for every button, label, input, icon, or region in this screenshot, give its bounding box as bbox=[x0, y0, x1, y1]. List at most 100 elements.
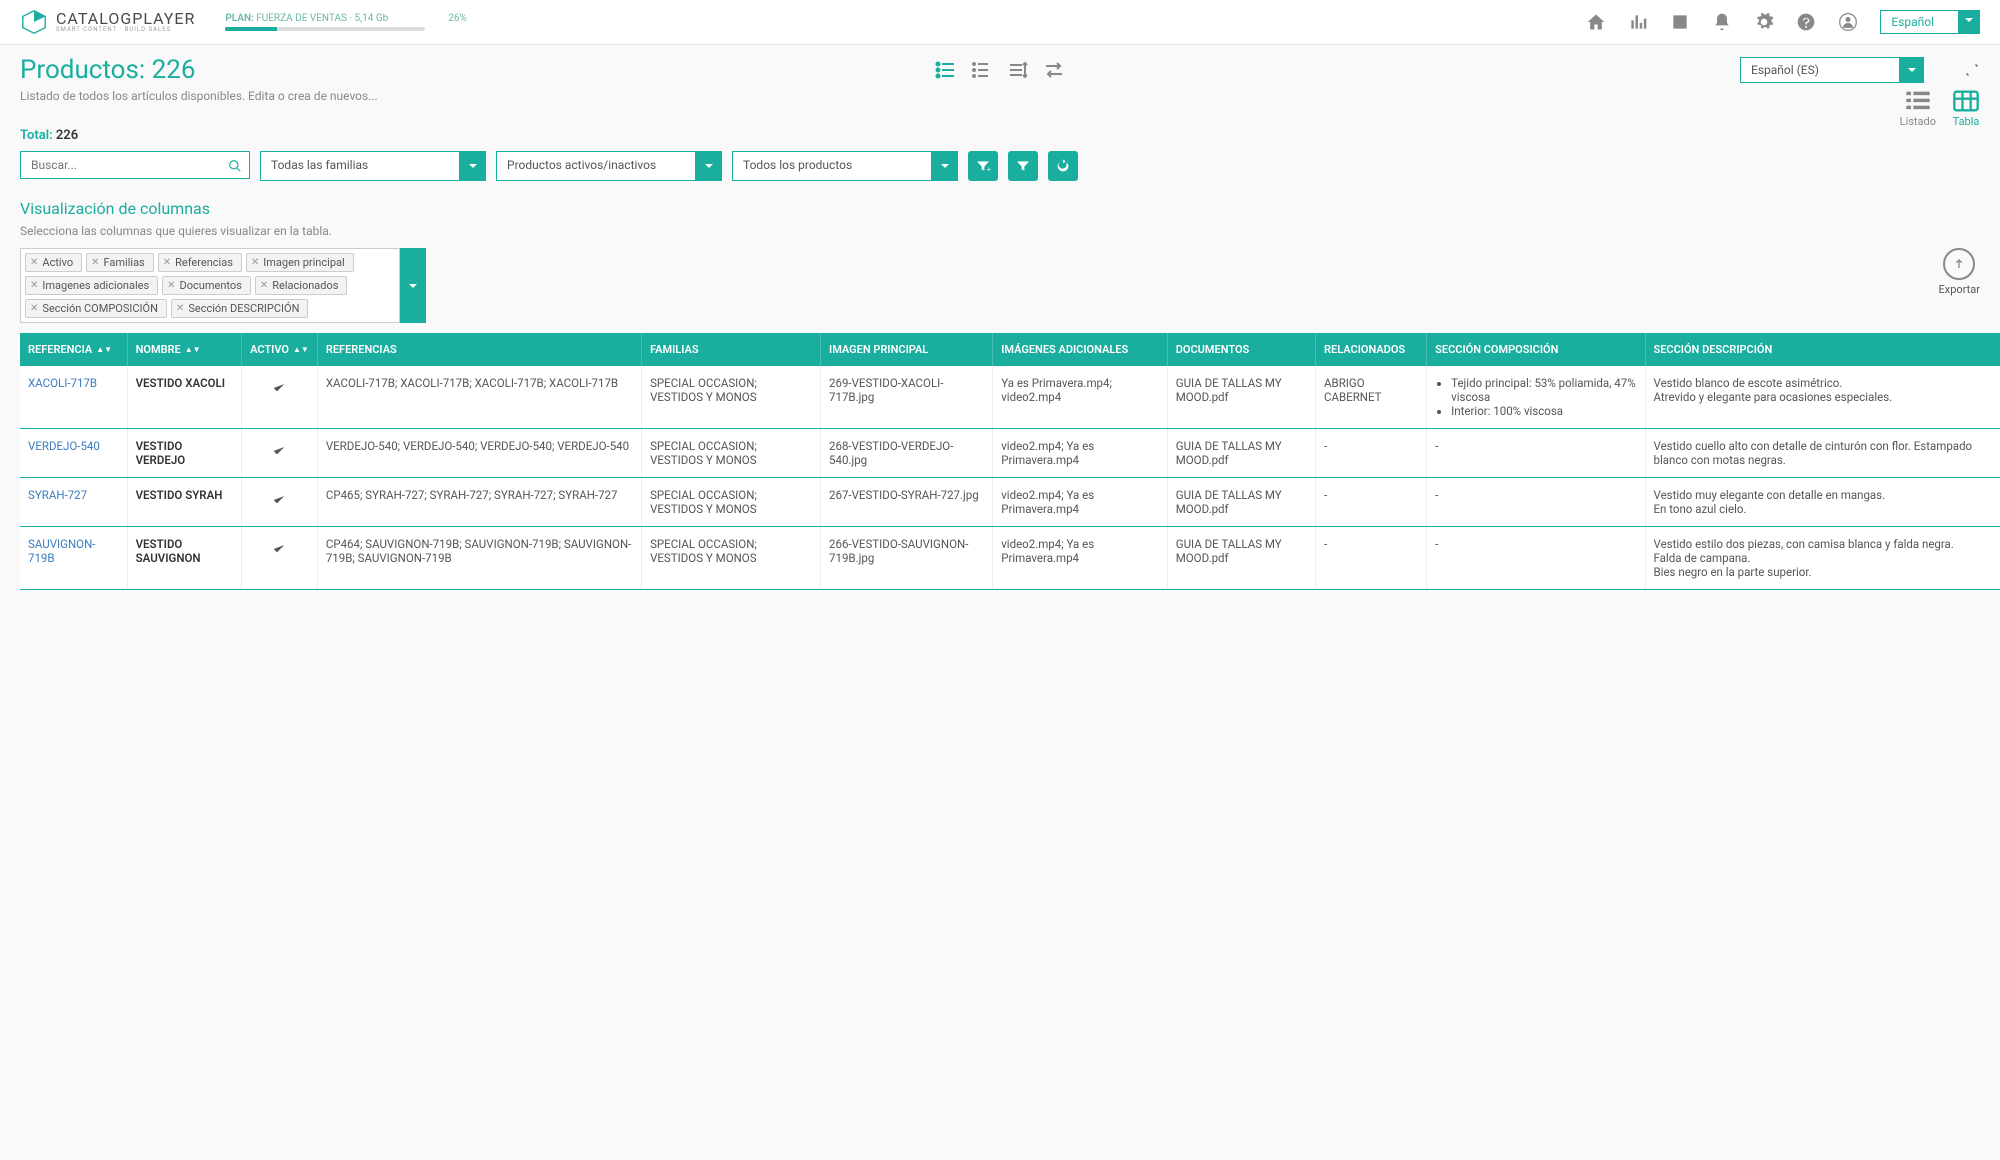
table-cell: SYRAH-727 bbox=[20, 478, 127, 527]
stats-icon[interactable] bbox=[1628, 12, 1648, 32]
reference-link[interactable]: SAUVIGNON-719B bbox=[28, 537, 95, 565]
table-cell: - bbox=[1316, 429, 1427, 478]
view-toggle-table[interactable]: Tabla bbox=[1952, 89, 1980, 128]
language-select-top[interactable]: Español bbox=[1880, 10, 1980, 34]
export-button[interactable]: Exportar bbox=[1939, 248, 1980, 296]
table-cell: ABRIGO CABERNET bbox=[1316, 366, 1427, 429]
tag-label: Relacionados bbox=[272, 279, 338, 292]
table-cell: VERDEJO-540; VERDEJO-540; VERDEJO-540; V… bbox=[317, 429, 641, 478]
table-cell: VESTIDO SYRAH bbox=[127, 478, 242, 527]
language-dropdown-btn[interactable] bbox=[1958, 10, 1980, 34]
language-select-page[interactable]: Español (ES) bbox=[1740, 57, 1924, 83]
table-header-cell[interactable]: RELACIONADOS bbox=[1316, 333, 1427, 366]
tag-remove-icon[interactable]: ✕ bbox=[176, 303, 184, 314]
home-icon[interactable] bbox=[1586, 12, 1606, 32]
reference-link[interactable]: VERDEJO-540 bbox=[28, 439, 100, 453]
filter-button[interactable] bbox=[1008, 151, 1038, 181]
column-tag[interactable]: ✕ Relacionados bbox=[255, 276, 348, 295]
list-small-icon[interactable] bbox=[970, 58, 994, 82]
table-cell: SPECIAL OCCASION; VESTIDOS Y MONOS bbox=[642, 429, 821, 478]
table-cell-active bbox=[242, 527, 318, 590]
products-dropdown-btn[interactable] bbox=[932, 151, 958, 181]
tag-remove-icon[interactable]: ✕ bbox=[251, 257, 259, 268]
filter-add-button[interactable]: + bbox=[968, 151, 998, 181]
swap-icon[interactable] bbox=[1042, 58, 1066, 82]
table-header-cell[interactable]: REFERENCIA▲▼ bbox=[20, 333, 127, 366]
language-page-dropdown-btn[interactable] bbox=[1900, 57, 1924, 83]
search-input-wrap[interactable] bbox=[20, 151, 250, 181]
columns-tags-dropdown-btn[interactable] bbox=[400, 248, 426, 323]
tag-label: Familias bbox=[104, 256, 145, 269]
products-dropdown[interactable]: Todos los productos bbox=[732, 151, 958, 181]
table-header-cell[interactable]: DOCUMENTOS bbox=[1167, 333, 1315, 366]
tag-remove-icon[interactable]: ✕ bbox=[163, 257, 171, 268]
column-tag[interactable]: ✕ Imagenes adicionales bbox=[25, 276, 158, 295]
plan-widget: PLAN: FUERZA DE VENTAS · 5,14 Gb 26% bbox=[225, 13, 467, 31]
column-tag[interactable]: ✕ Activo bbox=[25, 253, 82, 272]
list-large-icon[interactable] bbox=[934, 58, 958, 82]
view-toggle-list-label: Listado bbox=[1900, 115, 1936, 128]
families-dropdown-btn[interactable] bbox=[460, 151, 486, 181]
language-label: Español bbox=[1880, 10, 1959, 34]
table-cell: SPECIAL OCCASION; VESTIDOS Y MONOS bbox=[642, 366, 821, 429]
user-icon[interactable] bbox=[1838, 12, 1858, 32]
export-label: Exportar bbox=[1939, 283, 1980, 296]
columns-tags-box[interactable]: ✕ Activo ✕ Familias ✕Referencias✕Imagen prin… bbox=[20, 248, 400, 323]
column-tag[interactable]: ✕Referencias bbox=[158, 253, 242, 272]
refresh-button[interactable] bbox=[1048, 151, 1078, 181]
reorder-icon[interactable] bbox=[1006, 58, 1030, 82]
active-dropdown[interactable]: Productos activos/inactivos bbox=[496, 151, 722, 181]
table-header-cell[interactable]: IMAGEN PRINCIPAL bbox=[821, 333, 993, 366]
table-row: SYRAH-727 VESTIDO SYRAH CP465; SYRAH-727; … bbox=[20, 478, 2000, 527]
page-subtitle: Listado de todos los artículos disponibl… bbox=[0, 89, 398, 119]
table-header-cell[interactable]: SECCIÓN COMPOSICIÓN bbox=[1427, 333, 1645, 366]
tag-label: Activo bbox=[42, 256, 73, 269]
view-toggle-list[interactable]: Listado bbox=[1900, 89, 1936, 128]
table-cell: video2.mp4; Ya es Primavera.mp4 bbox=[993, 478, 1168, 527]
logo[interactable]: CATALOGPLAYER SMART CONTENT · BUILD SALE… bbox=[20, 8, 195, 36]
search-input[interactable] bbox=[20, 151, 250, 179]
total-label: Total: bbox=[20, 128, 53, 143]
sort-icon: ▲▼ bbox=[185, 347, 201, 353]
help-icon[interactable] bbox=[1796, 12, 1816, 32]
active-dropdown-btn[interactable] bbox=[696, 151, 722, 181]
table-cell: CP465; SYRAH-727; SYRAH-727; SYRAH-727; … bbox=[317, 478, 641, 527]
table-view-icon bbox=[1952, 89, 1980, 113]
column-tag[interactable]: ✕Imagen principal bbox=[246, 253, 354, 272]
tag-remove-icon[interactable]: ✕ bbox=[260, 280, 268, 291]
tag-label: Imagenes adicionales bbox=[42, 279, 149, 292]
families-dropdown[interactable]: Todas las familias bbox=[260, 151, 486, 181]
table-cell: GUIA DE TALLAS MY MOOD.pdf bbox=[1167, 478, 1315, 527]
tag-remove-icon[interactable]: ✕ bbox=[30, 303, 38, 314]
table-cell: GUIA DE TALLAS MY MOOD.pdf bbox=[1167, 527, 1315, 590]
collapse-icon[interactable] bbox=[1964, 62, 1980, 78]
column-tag[interactable]: ✕Documentos bbox=[162, 276, 251, 295]
products-table-wrap: REFERENCIA▲▼NOMBRE▲▼ACTIVO▲▼REFERENCIASF… bbox=[20, 333, 2000, 590]
table-header-cell[interactable]: SECCIÓN DESCRIPCIÓN bbox=[1645, 333, 2000, 366]
table-cell: 268-VESTIDO-VERDEJO-540.jpg bbox=[821, 429, 993, 478]
table-cell: VESTIDO VERDEJO bbox=[127, 429, 242, 478]
column-tag[interactable]: ✕Sección DESCRIPCIÓN bbox=[171, 299, 308, 318]
products-table: REFERENCIA▲▼NOMBRE▲▼ACTIVO▲▼REFERENCIASF… bbox=[20, 333, 2000, 590]
table-header-cell[interactable]: REFERENCIAS bbox=[317, 333, 641, 366]
check-icon bbox=[271, 380, 287, 396]
image-icon[interactable] bbox=[1670, 12, 1690, 32]
columns-section-subtitle: Selecciona las columnas que quieres visu… bbox=[0, 224, 2000, 248]
tag-remove-icon[interactable]: ✕ bbox=[91, 257, 99, 268]
column-tag[interactable]: ✕Sección COMPOSICIÓN bbox=[25, 299, 167, 318]
table-header-cell[interactable]: ACTIVO▲▼ bbox=[242, 333, 318, 366]
table-cell: - bbox=[1316, 527, 1427, 590]
bell-icon[interactable] bbox=[1712, 12, 1732, 32]
reference-link[interactable]: SYRAH-727 bbox=[28, 488, 87, 502]
table-header-cell[interactable]: IMÁGENES ADICIONALES bbox=[993, 333, 1168, 366]
table-header-cell[interactable]: NOMBRE▲▼ bbox=[127, 333, 242, 366]
tag-remove-icon[interactable]: ✕ bbox=[167, 280, 175, 291]
tag-remove-icon[interactable]: ✕ bbox=[30, 280, 38, 291]
check-icon bbox=[271, 492, 287, 508]
gear-icon[interactable] bbox=[1754, 12, 1774, 32]
column-tag[interactable]: ✕ Familias bbox=[86, 253, 154, 272]
table-header-cell[interactable]: FAMILIAS bbox=[642, 333, 821, 366]
tag-remove-icon[interactable]: ✕ bbox=[30, 257, 38, 268]
table-cell-active bbox=[242, 366, 318, 429]
reference-link[interactable]: XACOLI-717B bbox=[28, 376, 97, 390]
